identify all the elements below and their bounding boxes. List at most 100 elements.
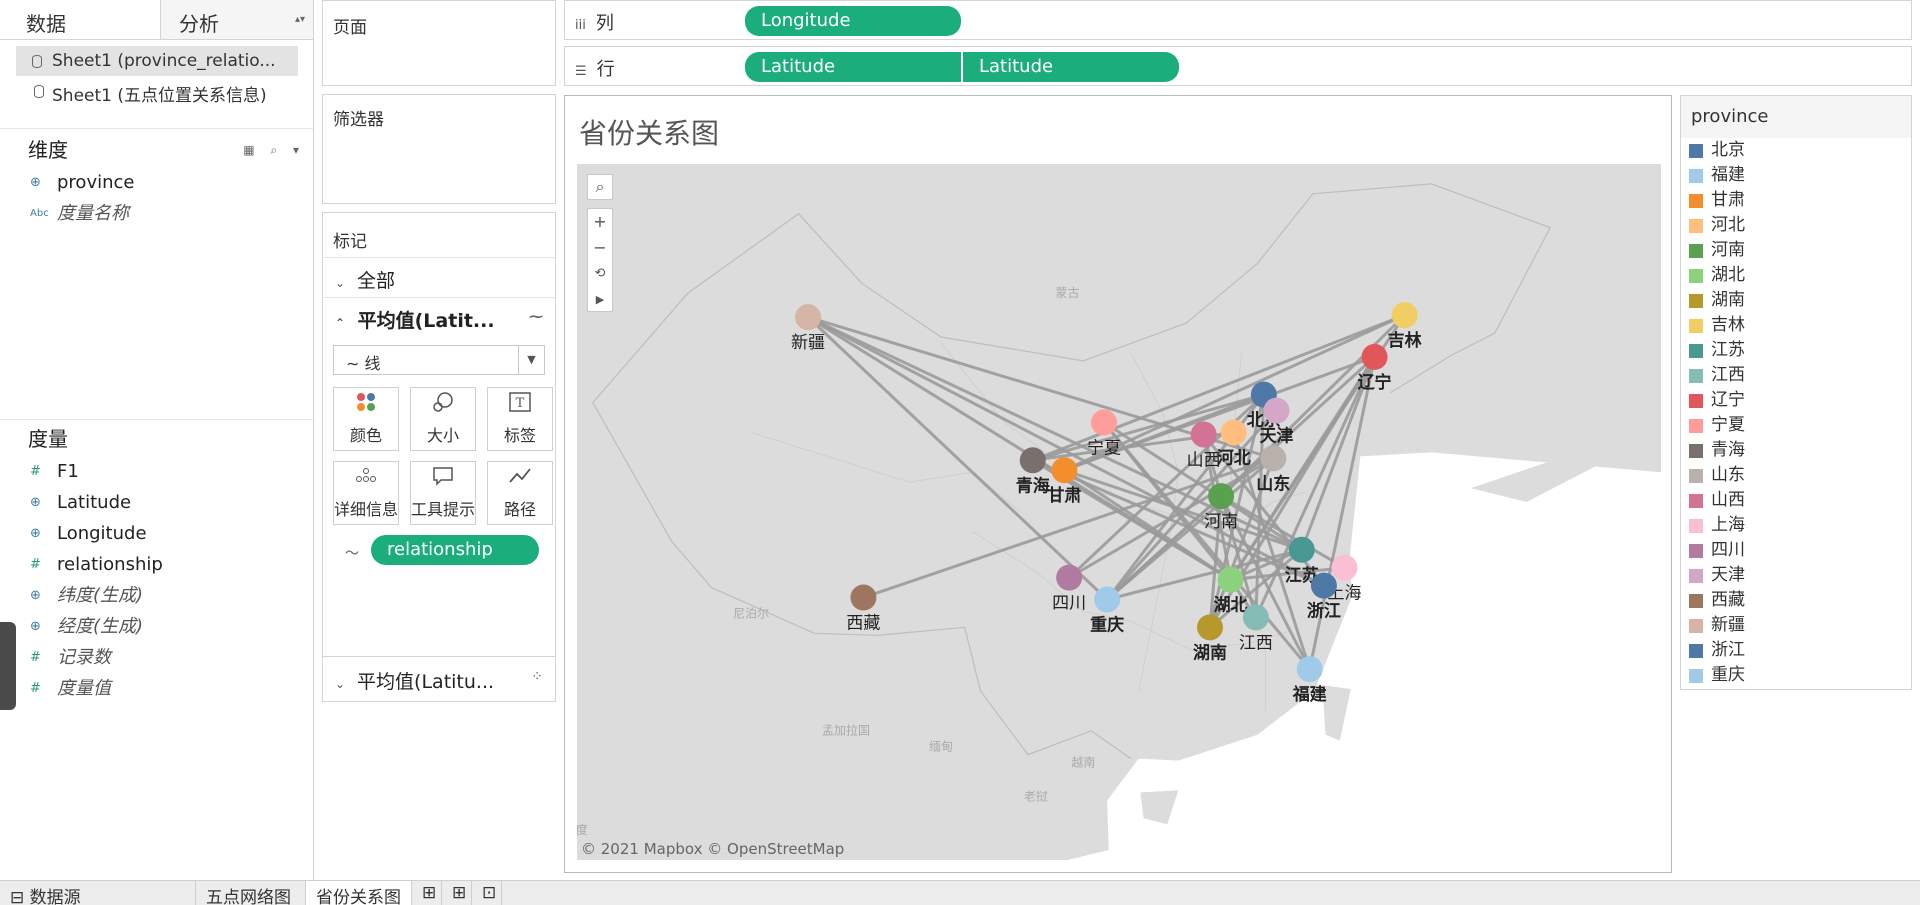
tab-datasource[interactable]: ⊟ 数据源 bbox=[0, 881, 196, 905]
legend-item[interactable]: 天津 bbox=[1681, 563, 1911, 588]
globe-icon: ⊕ bbox=[30, 588, 41, 603]
size-button[interactable]: 大小 bbox=[410, 387, 476, 451]
measure-field[interactable]: ⊕ 纬度(生成) bbox=[0, 580, 313, 611]
zoom-out-button[interactable]: − bbox=[588, 235, 612, 261]
legend-item[interactable]: 辽宁 bbox=[1681, 388, 1911, 413]
label-button[interactable]: T 标签 bbox=[487, 387, 553, 451]
legend-item[interactable]: 山西 bbox=[1681, 488, 1911, 513]
legend-item[interactable]: 宁夏 bbox=[1681, 413, 1911, 438]
datasource-label: Sheet1 (五点位置关系信息) bbox=[52, 86, 267, 106]
new-worksheet-icon[interactable]: ⊞ bbox=[412, 881, 442, 905]
legend-label: 新疆 bbox=[1711, 615, 1745, 635]
legend-label: 宁夏 bbox=[1711, 415, 1745, 435]
detail-button[interactable]: 详细信息 bbox=[333, 461, 399, 525]
legend-swatch bbox=[1689, 619, 1703, 633]
dimension-field[interactable]: ⊕ province bbox=[0, 167, 313, 198]
marks-avg-latitude-2-card[interactable]: ⌄ 平均值(Latitu... ⁘ bbox=[322, 656, 556, 702]
legend-item[interactable]: 吉林 bbox=[1681, 313, 1911, 338]
color-button[interactable]: 颜色 bbox=[333, 387, 399, 451]
map-view[interactable]: 蒙古 尼泊尔 孟加拉国 缅甸 越南 老挝度新疆 吉林 辽宁 北京 天津 河北 甘肃 宁夏 山西 青海 山东 河南… bbox=[577, 164, 1661, 860]
measure-field[interactable]: ⊕ Longitude bbox=[0, 518, 313, 549]
legend-item[interactable]: 四川 bbox=[1681, 538, 1911, 563]
legend-item[interactable]: 甘肃 bbox=[1681, 188, 1911, 213]
tableau-window: 数据 分析 ▴▾ Sheet1 (province_relatio... She… bbox=[0, 0, 1920, 905]
filters-card[interactable]: 筛选器 bbox=[322, 94, 556, 204]
legend-item[interactable]: 上海 bbox=[1681, 513, 1911, 538]
dimensions-tools[interactable]: ▦ ⌕ ▾ bbox=[243, 133, 305, 167]
legend-label: 四川 bbox=[1711, 540, 1745, 560]
legend-item[interactable]: 江西 bbox=[1681, 363, 1911, 388]
columns-shelf[interactable]: iii 列 Longitude bbox=[564, 0, 1912, 40]
legend-item[interactable]: 青海 bbox=[1681, 438, 1911, 463]
measure-field[interactable]: # 记录数 bbox=[0, 642, 313, 673]
globe-icon: ⊕ bbox=[30, 619, 41, 634]
new-dashboard-icon[interactable]: ⊞ bbox=[442, 881, 472, 905]
basemap-label: 孟加拉国 bbox=[822, 723, 870, 738]
reset-map-icon[interactable]: ⟲ bbox=[588, 261, 612, 287]
province-node bbox=[1019, 447, 1046, 474]
play-toolbar-icon[interactable]: ▶ bbox=[588, 287, 612, 313]
database-icon bbox=[34, 85, 44, 98]
legend-swatch bbox=[1689, 594, 1703, 608]
marks-avg-latitude-row[interactable]: ⌃ 平均值(Latit... ⁓ bbox=[323, 297, 555, 337]
legend-item[interactable]: 福建 bbox=[1681, 163, 1911, 188]
measure-field[interactable]: ⊕ 经度(生成) bbox=[0, 611, 313, 642]
legend-item[interactable]: 新疆 bbox=[1681, 613, 1911, 638]
zoom-in-button[interactable]: + bbox=[588, 209, 612, 235]
marks-avg2-label: 平均值(Latitu... bbox=[357, 671, 495, 693]
province-node bbox=[1094, 586, 1121, 613]
legend-swatch bbox=[1689, 419, 1703, 433]
pages-card[interactable]: 页面 bbox=[322, 0, 556, 86]
datasource-item-province-relationship[interactable]: Sheet1 (province_relatio... bbox=[16, 46, 298, 76]
legend-item[interactable]: 湖南 bbox=[1681, 288, 1911, 313]
legend-swatch bbox=[1689, 344, 1703, 358]
dimension-field[interactable]: Abc 度量名称 bbox=[0, 198, 313, 229]
province-label: 甘肃 bbox=[1047, 485, 1081, 506]
globe-icon: ⊕ bbox=[30, 526, 41, 541]
legend-label: 江西 bbox=[1711, 365, 1745, 385]
tab-analysis[interactable]: 分析 ▴▾ bbox=[161, 0, 313, 39]
search-map-button[interactable]: ⌕ bbox=[587, 174, 613, 200]
relationship-pill[interactable]: relationship bbox=[371, 535, 539, 565]
basemap-label: 越南 bbox=[1071, 755, 1095, 770]
legend-item[interactable]: 湖北 bbox=[1681, 263, 1911, 288]
chevron-down-icon: ⌄ bbox=[335, 677, 346, 691]
measure-field[interactable]: # relationship bbox=[0, 549, 313, 580]
tab-five-point-network[interactable]: 五点网络图 bbox=[196, 881, 306, 905]
new-story-icon[interactable]: ⊡ bbox=[472, 881, 502, 905]
rows-shelf[interactable]: ☰ 行 Latitude Latitude bbox=[564, 46, 1912, 86]
tooltip-button[interactable]: 工具提示 bbox=[410, 461, 476, 525]
marks-title: 标记 bbox=[333, 232, 367, 252]
province-label: 天津 bbox=[1259, 426, 1293, 447]
legend-item[interactable]: 河北 bbox=[1681, 213, 1911, 238]
latitude-pill-1[interactable]: Latitude bbox=[745, 52, 961, 82]
tab-province-relationship[interactable]: 省份关系图 bbox=[306, 881, 412, 905]
measure-field[interactable]: # F1 bbox=[0, 456, 313, 487]
datasource-item-five-points[interactable]: Sheet1 (五点位置关系信息) bbox=[0, 76, 313, 106]
side-grip-handle[interactable] bbox=[0, 622, 16, 710]
legend-item[interactable]: 重庆 bbox=[1681, 663, 1911, 688]
province-node bbox=[1190, 421, 1217, 448]
measure-field[interactable]: ⊕ Latitude bbox=[0, 487, 313, 518]
legend-item[interactable]: 北京 bbox=[1681, 138, 1911, 163]
tooltip-icon bbox=[411, 462, 475, 496]
province-label: 辽宁 bbox=[1358, 372, 1392, 393]
latitude-pill-2[interactable]: Latitude bbox=[963, 52, 1179, 82]
province-node bbox=[1288, 536, 1315, 563]
columns-shelf-label: iii 列 bbox=[575, 9, 614, 35]
mark-type-dropdown[interactable]: ∼ 线 ▼ bbox=[333, 345, 545, 375]
measure-field[interactable]: # 度量值 bbox=[0, 673, 313, 704]
marks-avg-latitude-2-row[interactable]: ⌄ 平均值(Latitu... ⁘ bbox=[323, 657, 555, 697]
marks-all-row[interactable]: ⌄ 全部 bbox=[323, 257, 555, 297]
longitude-pill[interactable]: Longitude bbox=[745, 6, 961, 36]
legend-item[interactable]: 浙江 bbox=[1681, 638, 1911, 663]
path-button[interactable]: 路径 bbox=[487, 461, 553, 525]
legend-item[interactable]: 江苏 bbox=[1681, 338, 1911, 363]
legend-item[interactable]: 西藏 bbox=[1681, 588, 1911, 613]
legend-item[interactable]: 山东 bbox=[1681, 463, 1911, 488]
rows-shelf-label: ☰ 行 bbox=[575, 55, 615, 81]
legend-item[interactable]: 河南 bbox=[1681, 238, 1911, 263]
measures-header: 度量 bbox=[0, 422, 313, 456]
dimension-field-label: province bbox=[57, 172, 135, 193]
tab-data[interactable]: 数据 bbox=[0, 0, 161, 39]
